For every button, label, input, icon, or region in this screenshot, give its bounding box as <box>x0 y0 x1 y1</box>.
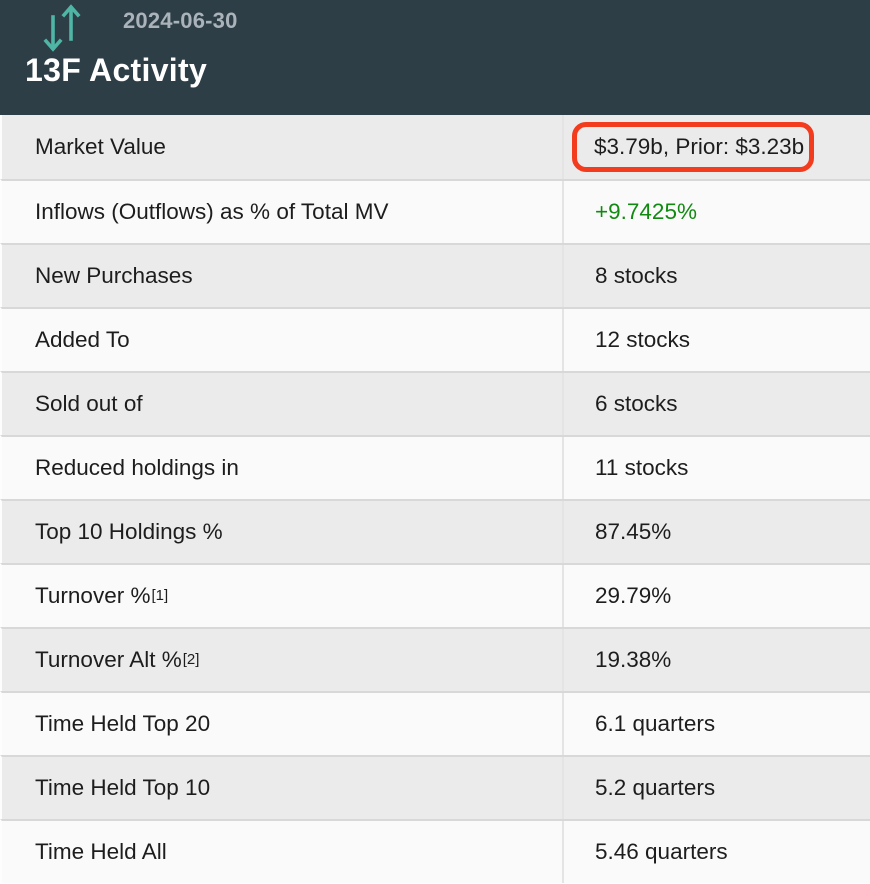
row-value: 19.38% <box>564 629 870 691</box>
table-row-added-to: Added To 12 stocks <box>0 307 870 371</box>
table-row-time-held-all: Time Held All 5.46 quarters <box>0 819 870 883</box>
market-value-text: $3.79b, Prior: $3.23b <box>594 134 804 160</box>
row-label: Turnover %[1] <box>2 565 564 627</box>
table-row-turnover-pct: Turnover %[1] 29.79% <box>0 563 870 627</box>
row-label: Sold out of <box>2 373 564 435</box>
row-label: Turnover Alt %[2] <box>2 629 564 691</box>
row-label: Time Held Top 10 <box>2 757 564 819</box>
row-value: 11 stocks <box>564 437 870 499</box>
row-value: $3.79b, Prior: $3.23b <box>564 115 870 179</box>
table-row-time-held-top20: Time Held Top 20 6.1 quarters <box>0 691 870 755</box>
row-value: 5.2 quarters <box>564 757 870 819</box>
row-value: 5.46 quarters <box>564 821 870 883</box>
row-label: Top 10 Holdings % <box>2 501 564 563</box>
row-label: Time Held Top 20 <box>2 693 564 755</box>
report-date[interactable]: 2024-06-30 <box>123 8 238 34</box>
row-value: 8 stocks <box>564 245 870 307</box>
row-value: 87.45% <box>564 501 870 563</box>
row-value: 6 stocks <box>564 373 870 435</box>
table-row-time-held-top10: Time Held Top 10 5.2 quarters <box>0 755 870 819</box>
table-row-new-purchases: New Purchases 8 stocks <box>0 243 870 307</box>
table-row-turnover-alt-pct: Turnover Alt %[2] 19.38% <box>0 627 870 691</box>
panel-header: 2024-06-30 13F Activity <box>0 0 870 115</box>
highlight-annotation-box: $3.79b, Prior: $3.23b <box>572 122 814 172</box>
row-label-text: Turnover Alt % <box>35 647 182 673</box>
row-value: 12 stocks <box>564 309 870 371</box>
row-value: +9.7425% <box>564 181 870 243</box>
table-row-top10-holdings-pct: Top 10 Holdings % 87.45% <box>0 499 870 563</box>
13f-activity-panel: 2024-06-30 13F Activity Market Value $3.… <box>0 0 870 884</box>
row-label: Inflows (Outflows) as % of Total MV <box>2 181 564 243</box>
panel-title: 13F Activity <box>25 52 207 89</box>
row-value: 6.1 quarters <box>564 693 870 755</box>
sort-toggle-button[interactable] <box>38 2 86 54</box>
row-label: New Purchases <box>2 245 564 307</box>
table-row-inflows: Inflows (Outflows) as % of Total MV +9.7… <box>0 179 870 243</box>
table-row-sold-out-of: Sold out of 6 stocks <box>0 371 870 435</box>
row-label: Reduced holdings in <box>2 437 564 499</box>
row-label-text: Turnover % <box>35 583 150 609</box>
row-label: Market Value <box>2 115 564 179</box>
row-label: Time Held All <box>2 821 564 883</box>
activity-table: Market Value $3.79b, Prior: $3.23b Inflo… <box>0 115 870 883</box>
table-row-reduced-holdings: Reduced holdings in 11 stocks <box>0 435 870 499</box>
row-value: 29.79% <box>564 565 870 627</box>
table-row-market-value: Market Value $3.79b, Prior: $3.23b <box>0 115 870 179</box>
row-label: Added To <box>2 309 564 371</box>
